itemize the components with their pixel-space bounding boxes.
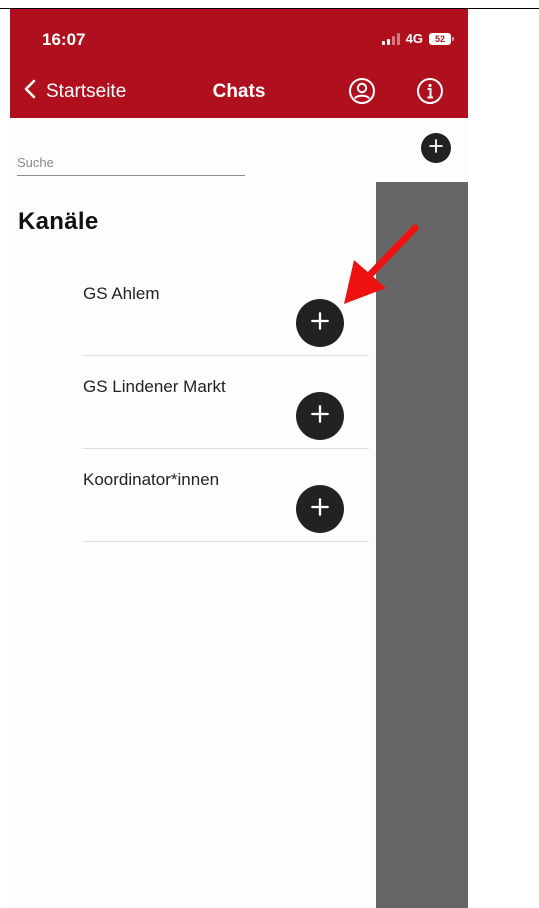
profile-button[interactable]: [348, 77, 376, 105]
channel-name: Koordinator*innen: [83, 470, 220, 489]
search-input[interactable]: [17, 149, 245, 176]
app-header: 16:07 4G 52 Startseite Chats: [10, 9, 468, 118]
person-circle-icon: [348, 78, 376, 109]
plus-icon: [429, 138, 443, 158]
back-button[interactable]: Startseite: [24, 79, 126, 104]
signal-icon: [381, 32, 400, 45]
channel-row[interactable]: GS Lindener Markt: [83, 356, 369, 449]
side-panel-overlay: [376, 182, 468, 908]
add-to-channel-button[interactable]: [296, 485, 344, 533]
add-to-channel-button[interactable]: [296, 392, 344, 440]
channel-row[interactable]: Koordinator*innen: [83, 449, 369, 542]
plus-icon: [311, 404, 329, 428]
new-chat-button[interactable]: [421, 133, 451, 163]
status-time: 16:07: [42, 30, 86, 49]
battery-icon: 52: [429, 32, 454, 45]
back-label: Startseite: [46, 80, 127, 102]
plus-icon: [311, 497, 329, 521]
section-title: Kanäle: [18, 208, 99, 235]
plus-icon: [311, 311, 329, 335]
phone-screen: 16:07 4G 52 Startseite Chats Suche Kanäl…: [10, 9, 468, 908]
info-circle-icon: [416, 78, 444, 109]
chevron-left-icon: [24, 79, 36, 104]
channel-row[interactable]: GS Ahlem: [83, 263, 369, 356]
info-button[interactable]: [416, 77, 444, 105]
status-indicators: 4G 52: [381, 31, 454, 46]
network-type: 4G: [405, 31, 423, 46]
channel-name: GS Lindener Markt: [83, 377, 226, 396]
channel-name: GS Ahlem: [83, 284, 160, 303]
add-to-channel-button[interactable]: [296, 299, 344, 347]
